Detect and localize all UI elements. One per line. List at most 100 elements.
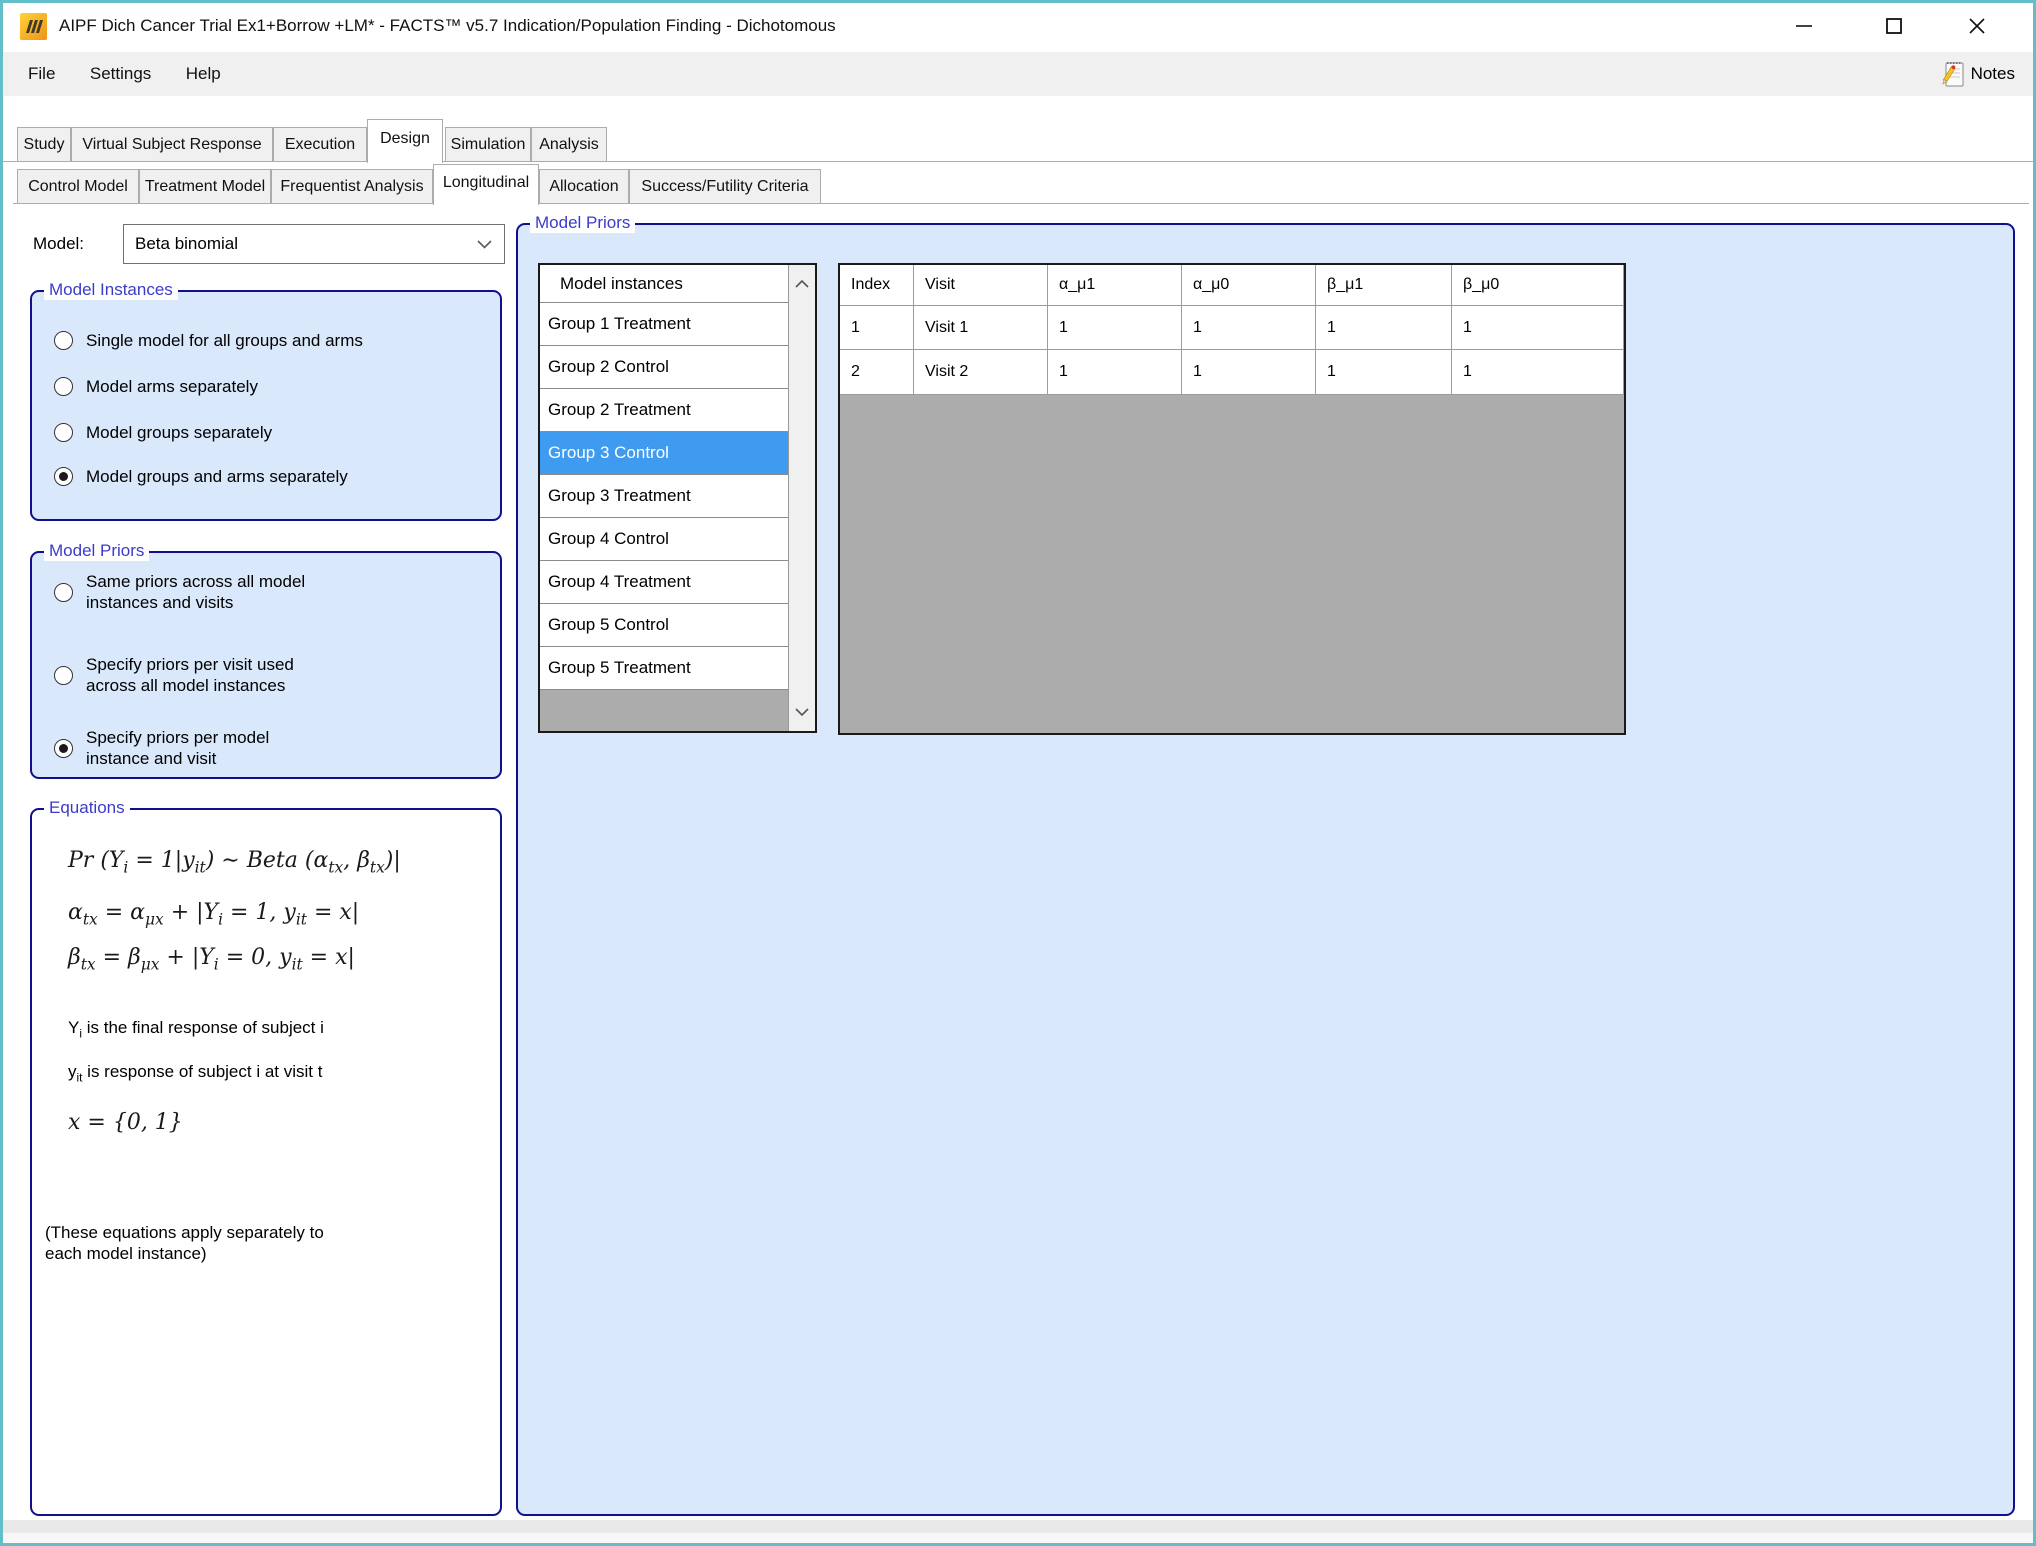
radio-priors-per-visit[interactable]: Specify priors per visit used across all… bbox=[54, 648, 336, 702]
radio-circle-icon bbox=[54, 583, 73, 602]
app-window: AIPF Dich Cancer Trial Ex1+Borrow +LM* -… bbox=[0, 0, 2036, 1546]
tab-allocation[interactable]: Allocation bbox=[539, 169, 629, 203]
cell-row2-index: 2 bbox=[840, 350, 914, 395]
primary-tab-baseline bbox=[3, 161, 2033, 162]
model-priors-panel-title: Model Priors bbox=[530, 213, 635, 233]
radio-circle-icon bbox=[54, 467, 73, 486]
menu-help[interactable]: Help bbox=[171, 52, 236, 96]
priors-table-grid: Index Visit α_μ1 α_μ0 β_μ1 β_μ0 1 Visit … bbox=[840, 265, 1624, 395]
tab-control-model[interactable]: Control Model bbox=[17, 169, 139, 203]
radio-circle-icon bbox=[54, 666, 73, 685]
model-instances-group: Model Instances Single model for all gro… bbox=[30, 290, 502, 521]
list-item-group-2-treatment[interactable]: Group 2 Treatment bbox=[540, 389, 788, 432]
cell-row2-alpha-mu1[interactable]: 1 bbox=[1048, 350, 1182, 395]
title-bar: AIPF Dich Cancer Trial Ex1+Borrow +LM* -… bbox=[3, 3, 2033, 49]
col-header-visit: Visit bbox=[914, 265, 1048, 306]
equation-line-1: Pr (Yi = 1|yit) ∼ Beta (αtx, βtx)| bbox=[68, 848, 401, 876]
radio-circle-icon bbox=[54, 739, 73, 758]
radio-model-arms-separately[interactable]: Model arms separately bbox=[54, 372, 258, 400]
equation-line-3: βtx = βμx + |Yi = 0, yit = x| bbox=[68, 945, 355, 973]
tab-analysis[interactable]: Analysis bbox=[531, 127, 607, 161]
list-scrollbar[interactable] bbox=[788, 265, 815, 731]
tab-design[interactable]: Design bbox=[367, 119, 443, 163]
tab-simulation[interactable]: Simulation bbox=[445, 127, 531, 161]
equation-line-2: αtx = αμx + |Yi = 1, yit = x| bbox=[68, 900, 359, 928]
cell-row2-beta-mu0[interactable]: 1 bbox=[1452, 350, 1624, 395]
list-item-group-5-control[interactable]: Group 5 Control bbox=[540, 604, 788, 647]
col-header-alpha-mu0: α_μ0 bbox=[1182, 265, 1316, 306]
model-instances-list-body: Model instances Group 1 Treatment Group … bbox=[540, 265, 788, 731]
cell-row1-alpha-mu1[interactable]: 1 bbox=[1048, 306, 1182, 350]
radio-circle-icon bbox=[54, 331, 73, 350]
tab-treatment-model[interactable]: Treatment Model bbox=[139, 169, 271, 203]
cell-row1-beta-mu0[interactable]: 1 bbox=[1452, 306, 1624, 350]
equation-x-domain: x = {0, 1} bbox=[68, 1110, 183, 1135]
secondary-tab-baseline bbox=[13, 203, 2029, 204]
app-icon bbox=[20, 13, 47, 40]
cell-row1-beta-mu1[interactable]: 1 bbox=[1316, 306, 1452, 350]
cell-row1-alpha-mu0[interactable]: 1 bbox=[1182, 306, 1316, 350]
minimize-button[interactable] bbox=[1775, 3, 1833, 49]
tab-virtual-subject-response[interactable]: Virtual Subject Response bbox=[71, 127, 273, 161]
close-icon bbox=[1966, 15, 1988, 37]
equation-note-2: yit is response of subject i at visit t bbox=[68, 1062, 322, 1084]
tab-execution[interactable]: Execution bbox=[273, 127, 367, 161]
scroll-up-button[interactable] bbox=[789, 265, 815, 303]
list-item-group-4-control[interactable]: Group 4 Control bbox=[540, 518, 788, 561]
model-instances-group-title: Model Instances bbox=[44, 280, 178, 300]
radio-priors-per-model-instance[interactable]: Specify priors per model instance and vi… bbox=[54, 721, 336, 775]
cell-row2-beta-mu1[interactable]: 1 bbox=[1316, 350, 1452, 395]
window-title: AIPF Dich Cancer Trial Ex1+Borrow +LM* -… bbox=[59, 3, 836, 49]
tab-success-futility-criteria[interactable]: Success/Futility Criteria bbox=[629, 169, 821, 203]
minimize-icon bbox=[1793, 15, 1815, 37]
notes-icon bbox=[1940, 59, 1966, 89]
list-item-group-2-control[interactable]: Group 2 Control bbox=[540, 346, 788, 389]
equations-group-title: Equations bbox=[44, 798, 130, 818]
notes-label: Notes bbox=[1971, 64, 2015, 84]
status-strip bbox=[3, 1520, 2033, 1533]
col-header-beta-mu0: β_μ0 bbox=[1452, 265, 1624, 306]
list-item-group-3-control[interactable]: Group 3 Control bbox=[540, 432, 788, 475]
notes-button[interactable]: Notes bbox=[1940, 56, 2015, 92]
priors-table: Index Visit α_μ1 α_μ0 β_μ1 β_μ0 1 Visit … bbox=[838, 263, 1626, 735]
tab-longitudinal[interactable]: Longitudinal bbox=[433, 164, 539, 205]
model-priors-options-group-title: Model Priors bbox=[44, 541, 149, 561]
chevron-down-icon bbox=[795, 708, 809, 716]
chevron-up-icon bbox=[795, 280, 809, 288]
equation-note-1: Yi is the final response of subject i bbox=[68, 1018, 324, 1040]
equations-group: Equations Pr (Yi = 1|yit) ∼ Beta (αtx, β… bbox=[30, 808, 502, 1516]
model-dropdown[interactable]: Beta binomial bbox=[123, 224, 505, 264]
model-priors-panel: Model Priors Model instances Group 1 Tre… bbox=[516, 223, 2015, 1516]
close-button[interactable] bbox=[1948, 3, 2006, 49]
list-item-group-1-treatment[interactable]: Group 1 Treatment bbox=[540, 303, 788, 346]
model-instances-list: Model instances Group 1 Treatment Group … bbox=[538, 263, 817, 733]
menu-settings[interactable]: Settings bbox=[75, 52, 166, 96]
radio-single-model[interactable]: Single model for all groups and arms bbox=[54, 326, 363, 354]
cell-row2-alpha-mu0[interactable]: 1 bbox=[1182, 350, 1316, 395]
maximize-icon bbox=[1883, 15, 1905, 37]
radio-same-priors[interactable]: Same priors across all model instances a… bbox=[54, 565, 336, 619]
menu-file[interactable]: File bbox=[13, 52, 70, 96]
model-label: Model: bbox=[33, 234, 84, 254]
status-strip-lower bbox=[3, 1533, 2033, 1543]
list-item-group-4-treatment[interactable]: Group 4 Treatment bbox=[540, 561, 788, 604]
radio-circle-icon bbox=[54, 423, 73, 442]
chevron-down-icon bbox=[477, 240, 492, 249]
cell-row1-index: 1 bbox=[840, 306, 914, 350]
model-instances-list-header: Model instances bbox=[540, 265, 788, 303]
cell-row2-visit: Visit 2 bbox=[914, 350, 1048, 395]
menu-bar: File Settings Help Notes bbox=[3, 52, 2033, 96]
tab-study[interactable]: Study bbox=[17, 127, 71, 161]
scroll-down-button[interactable] bbox=[789, 693, 815, 731]
radio-model-groups-and-arms-separately[interactable]: Model groups and arms separately bbox=[54, 462, 348, 490]
equations-footer: (These equations apply separately to eac… bbox=[45, 1222, 365, 1264]
radio-circle-icon bbox=[54, 377, 73, 396]
maximize-button[interactable] bbox=[1865, 3, 1923, 49]
col-header-alpha-mu1: α_μ1 bbox=[1048, 265, 1182, 306]
cell-row1-visit: Visit 1 bbox=[914, 306, 1048, 350]
list-item-group-3-treatment[interactable]: Group 3 Treatment bbox=[540, 475, 788, 518]
radio-model-groups-separately[interactable]: Model groups separately bbox=[54, 418, 272, 446]
list-item-group-5-treatment[interactable]: Group 5 Treatment bbox=[540, 647, 788, 690]
col-header-index: Index bbox=[840, 265, 914, 306]
tab-frequentist-analysis[interactable]: Frequentist Analysis bbox=[271, 169, 433, 203]
